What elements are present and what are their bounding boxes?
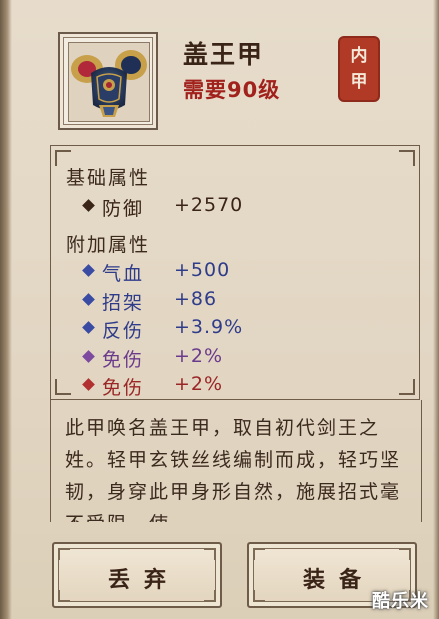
- stat-name: 招架: [102, 291, 145, 314]
- item-description: 此甲唤名盖王甲，取自初代剑王之姓。轻甲玄铁丝线编制而成，轻巧坚韧，身穿此甲身形自…: [65, 417, 402, 522]
- item-description-box[interactable]: 此甲唤名盖王甲，取自初代剑王之姓。轻甲玄铁丝线编制而成，轻巧坚韧，身穿此甲身形自…: [50, 400, 422, 522]
- item-name: 盖王甲: [183, 40, 265, 69]
- discard-button-label: 丢弃: [107, 568, 180, 593]
- stat-value: +2%: [174, 344, 224, 367]
- base-attributes-title: 基础属性: [66, 167, 151, 189]
- extra-attributes-title: 附加属性: [66, 234, 151, 256]
- watermark: 酷乐米: [372, 591, 429, 612]
- seal-char-1: 内: [350, 46, 368, 66]
- stat-value: +3.9%: [174, 316, 244, 338]
- item-icon-frame: [58, 32, 158, 130]
- panel-left-edge: [0, 0, 12, 619]
- armor-icon: [68, 42, 150, 122]
- discard-button[interactable]: 丢弃: [52, 542, 222, 608]
- stat-value: +86: [174, 287, 218, 310]
- seal-char-2: 甲: [350, 72, 368, 92]
- panel-right-edge: [433, 0, 439, 619]
- stat-value: +500: [174, 259, 231, 281]
- stat-value: +2%: [174, 373, 224, 395]
- equipment-slot-seal: 内 甲: [340, 38, 378, 100]
- stat-name: 防御: [102, 198, 145, 220]
- stat-name: 反伤: [102, 320, 145, 342]
- stat-value: +2570: [174, 194, 244, 216]
- stat-name: 免伤: [102, 377, 145, 399]
- level-requirement: 需要90级: [183, 78, 281, 102]
- stat-name: 免伤: [102, 348, 145, 371]
- stat-name: 气血: [102, 263, 145, 285]
